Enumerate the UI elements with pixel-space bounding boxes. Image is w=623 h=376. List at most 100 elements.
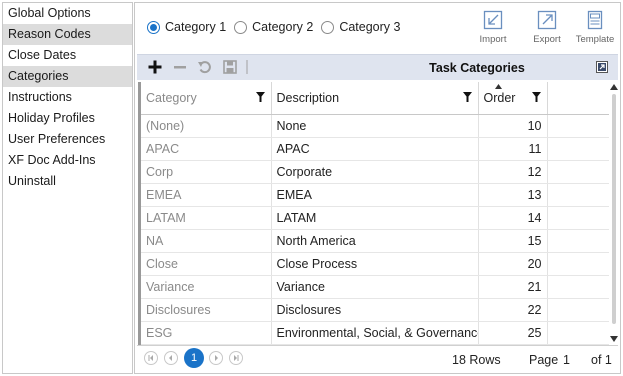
radio-category-1[interactable]: Category 1	[147, 20, 226, 34]
cell-order[interactable]: 14	[478, 206, 548, 230]
cell-category[interactable]: ESG	[141, 321, 272, 345]
next-page-icon	[215, 355, 218, 361]
cell-description[interactable]: Corporate	[271, 160, 479, 184]
page-number-input[interactable]: 1	[563, 353, 570, 367]
next-page-button[interactable]	[209, 351, 223, 365]
cell-description[interactable]: None	[271, 114, 479, 138]
cell-order[interactable]: 20	[478, 252, 548, 276]
cell-order[interactable]: 13	[478, 183, 548, 207]
column-header-description[interactable]: Description	[271, 82, 479, 115]
undo-button[interactable]	[197, 59, 213, 78]
scroll-up-icon[interactable]	[610, 84, 618, 90]
filter-icon[interactable]	[255, 92, 265, 102]
sidebar-item-reason-codes[interactable]: Reason Codes	[3, 24, 132, 45]
grid-footer: 1 18 Rows Page 1 of 1	[137, 345, 618, 373]
scroll-down-icon[interactable]	[610, 336, 618, 342]
sidebar: Global Options Reason Codes Close Dates …	[2, 2, 133, 374]
radio-category-3[interactable]: Category 3	[321, 20, 400, 34]
last-page-button[interactable]	[229, 351, 243, 365]
table-row[interactable]: Disclosures Disclosures 22	[141, 298, 609, 322]
cell-category[interactable]: (None)	[141, 114, 272, 138]
first-page-button[interactable]	[144, 351, 158, 365]
sidebar-item-holiday-profiles[interactable]: Holiday Profiles	[3, 108, 132, 129]
cell-empty	[547, 229, 609, 253]
add-row-button[interactable]	[147, 59, 163, 78]
vertical-scrollbar[interactable]	[609, 82, 619, 345]
table-row[interactable]: LATAM LATAM 14	[141, 206, 609, 230]
cell-description[interactable]: Environmental, Social, & Governance	[271, 321, 479, 345]
previous-page-icon	[169, 355, 172, 361]
sidebar-item-user-preferences[interactable]: User Preferences	[3, 129, 132, 150]
table-row[interactable]: Corp Corporate 12	[141, 160, 609, 184]
cell-description[interactable]: EMEA	[271, 183, 479, 207]
cell-order[interactable]: 12	[478, 160, 548, 184]
radio-unchecked-icon	[234, 20, 248, 34]
cell-category[interactable]: APAC	[141, 137, 272, 161]
radio-category-2[interactable]: Category 2	[234, 20, 313, 34]
save-icon	[223, 60, 237, 74]
sidebar-item-global-options[interactable]: Global Options	[3, 3, 132, 24]
cell-category[interactable]: Close	[141, 252, 272, 276]
current-page-button[interactable]: 1	[184, 348, 204, 368]
template-button[interactable]: Template	[573, 9, 617, 53]
cell-empty	[547, 114, 609, 138]
categories-table: Category Description Order (None) None 1…	[141, 82, 609, 345]
grid-toolbar: Task Categories	[137, 54, 618, 80]
last-page-icon	[234, 355, 239, 361]
undo-icon	[198, 61, 211, 74]
topbar: Category 1 Category 2 Category 3 Import	[135, 3, 620, 55]
filter-icon[interactable]	[462, 92, 472, 102]
cell-description[interactable]: Disclosures	[271, 298, 479, 322]
cell-description[interactable]: APAC	[271, 137, 479, 161]
sidebar-item-uninstall[interactable]: Uninstall	[3, 171, 132, 192]
cell-order[interactable]: 21	[478, 275, 548, 299]
table-row[interactable]: APAC APAC 11	[141, 137, 609, 161]
sidebar-item-close-dates[interactable]: Close Dates	[3, 45, 132, 66]
cell-order[interactable]: 15	[478, 229, 548, 253]
sidebar-item-xf-doc-add-ins[interactable]: XF Doc Add-Ins	[3, 150, 132, 171]
table-row[interactable]: Close Close Process 20	[141, 252, 609, 276]
cell-category[interactable]: NA	[141, 229, 272, 253]
cell-description[interactable]: Close Process	[271, 252, 479, 276]
popout-button[interactable]	[596, 61, 608, 76]
cell-category[interactable]: LATAM	[141, 206, 272, 230]
scrollbar-thumb[interactable]	[612, 94, 616, 324]
popout-icon	[596, 61, 608, 73]
sidebar-item-categories[interactable]: Categories	[3, 66, 132, 87]
column-header-order[interactable]: Order	[478, 82, 548, 115]
remove-row-button[interactable]	[172, 59, 188, 78]
cell-category[interactable]: EMEA	[141, 183, 272, 207]
cell-order[interactable]: 25	[478, 321, 548, 345]
categories-grid: Category Description Order (None) None 1…	[138, 82, 609, 345]
table-row[interactable]: Variance Variance 21	[141, 275, 609, 299]
cell-description[interactable]: Variance	[271, 275, 479, 299]
main-panel: Category 1 Category 2 Category 3 Import	[134, 2, 621, 374]
table-row[interactable]: (None) None 10	[141, 114, 609, 138]
cell-order[interactable]: 11	[478, 137, 548, 161]
export-label: Export	[533, 34, 561, 45]
cell-order[interactable]: 10	[478, 114, 548, 138]
cell-category[interactable]: Corp	[141, 160, 272, 184]
previous-page-button[interactable]	[164, 351, 178, 365]
table-row[interactable]: NA North America 15	[141, 229, 609, 253]
column-header-label: Description	[276, 90, 340, 105]
filter-icon[interactable]	[531, 92, 541, 102]
column-header-category[interactable]: Category	[141, 82, 272, 115]
row-count: 18 Rows	[452, 353, 501, 367]
radio-unchecked-icon	[321, 20, 335, 34]
cell-category[interactable]: Variance	[141, 275, 272, 299]
cell-description[interactable]: North America	[271, 229, 479, 253]
table-row[interactable]: EMEA EMEA 13	[141, 183, 609, 207]
cell-order[interactable]: 22	[478, 298, 548, 322]
import-button[interactable]: Import	[471, 9, 515, 53]
cell-empty	[547, 298, 609, 322]
save-button[interactable]	[222, 59, 238, 78]
page-label: Page	[529, 353, 559, 367]
radio-label: Category 2	[252, 20, 314, 34]
cell-description[interactable]: LATAM	[271, 206, 479, 230]
table-row[interactable]: ESG Environmental, Social, & Governance …	[141, 321, 609, 345]
cell-category[interactable]: Disclosures	[141, 298, 272, 322]
sidebar-item-instructions[interactable]: Instructions	[3, 87, 132, 108]
export-button[interactable]: Export	[525, 9, 569, 53]
template-icon	[587, 10, 603, 30]
